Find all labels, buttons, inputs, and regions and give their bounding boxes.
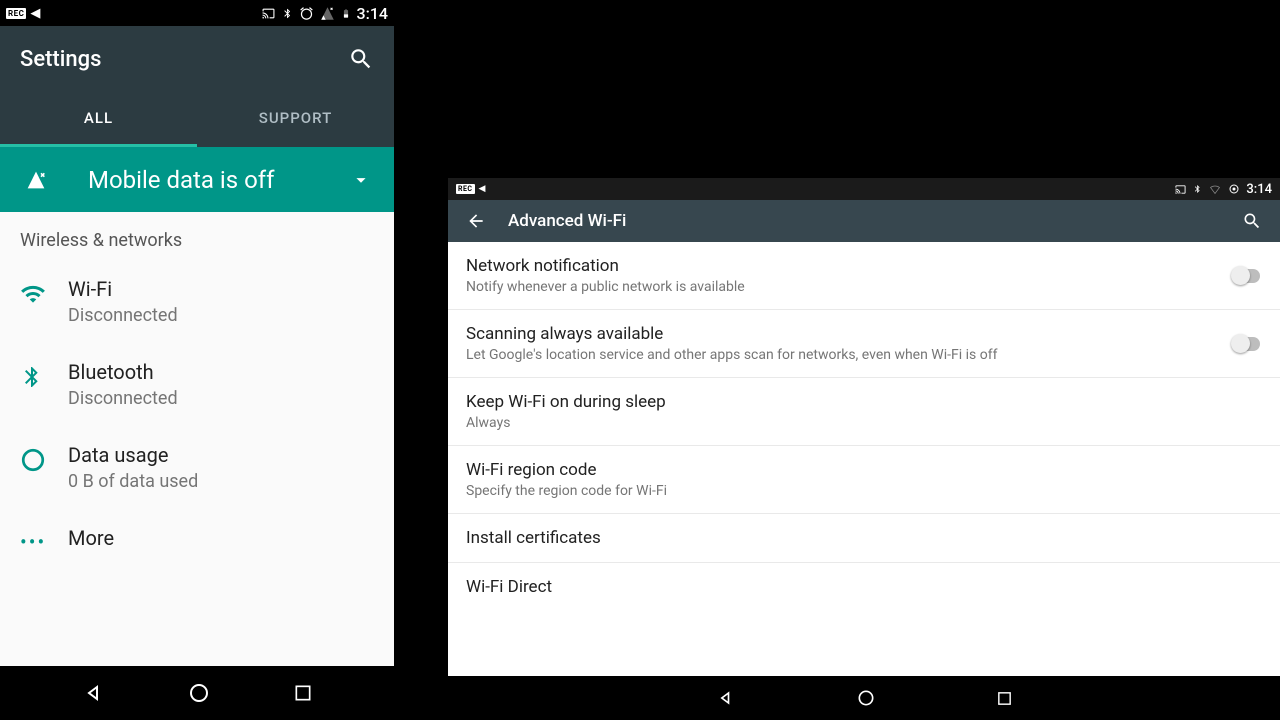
bluetooth-icon [20, 360, 68, 390]
page-title: Settings [20, 47, 101, 72]
tab-bar: ALL SUPPORT [0, 92, 394, 147]
row-bluetooth[interactable]: Bluetooth Disconnected [0, 344, 394, 427]
row-wifi-subtitle: Disconnected [68, 305, 178, 326]
rec-icon: REC [456, 184, 475, 194]
item-subtitle: Let Google's location service and other … [466, 347, 997, 363]
item-subtitle: Notify whenever a public network is avai… [466, 279, 745, 295]
chevron-down-icon [350, 169, 372, 191]
tab-support[interactable]: SUPPORT [197, 92, 394, 147]
item-install-certs[interactable]: Install certificates [448, 514, 1280, 563]
row-data-usage[interactable]: Data usage 0 B of data used [0, 427, 394, 510]
back-arrow-button[interactable] [466, 211, 486, 231]
item-title: Network notification [466, 256, 745, 276]
camera-icon: ◀ [479, 184, 486, 194]
wifi-empty-icon [1208, 183, 1222, 195]
nav-bar [0, 666, 394, 720]
row-data-subtitle: 0 B of data used [68, 471, 198, 492]
row-more-title: More [68, 526, 114, 550]
section-wireless-networks: Wireless & networks [0, 212, 394, 261]
row-wifi[interactable]: Wi-Fi Disconnected [0, 261, 394, 344]
data-usage-icon [20, 443, 68, 473]
item-region-code[interactable]: Wi-Fi region code Specify the region cod… [448, 446, 1280, 514]
nav-bar [448, 676, 1280, 720]
clock-time: 3:14 [357, 4, 389, 23]
switch-network-notification[interactable] [1232, 269, 1260, 283]
page-title: Advanced Wi-Fi [508, 211, 626, 231]
search-button[interactable] [1242, 211, 1262, 231]
row-more[interactable]: ••• More [0, 510, 394, 572]
switch-scanning-always[interactable] [1232, 337, 1260, 351]
back-button[interactable] [82, 681, 106, 705]
item-title: Wi-Fi region code [466, 460, 667, 480]
status-bar: REC ◀ 3:14 [0, 0, 394, 26]
location-icon [1228, 183, 1240, 195]
item-title: Keep Wi-Fi on during sleep [466, 392, 666, 412]
battery-icon [341, 6, 351, 21]
clock-time: 3:14 [1246, 182, 1272, 197]
item-wifi-direct[interactable]: Wi-Fi Direct [448, 563, 1280, 611]
app-bar: Advanced Wi-Fi [448, 200, 1280, 242]
item-subtitle: Specify the region code for Wi-Fi [466, 483, 667, 499]
row-data-title: Data usage [68, 443, 198, 467]
cast-icon [1174, 184, 1187, 195]
status-bar: REC ◀ 3:14 [448, 178, 1280, 200]
item-network-notification[interactable]: Network notification Notify whenever a p… [448, 242, 1280, 310]
item-subtitle: Always [466, 415, 666, 431]
search-button[interactable] [348, 46, 374, 72]
recents-button[interactable] [293, 683, 313, 703]
item-title: Install certificates [466, 528, 601, 548]
back-button[interactable] [716, 688, 736, 708]
rec-icon: REC [6, 8, 26, 19]
home-button[interactable] [187, 681, 211, 705]
mobile-data-banner[interactable]: Mobile data is off [0, 147, 394, 212]
phone-settings-screen: REC ◀ 3:14 Settings [0, 0, 394, 720]
bluetooth-icon [1193, 183, 1202, 195]
banner-text: Mobile data is off [88, 166, 274, 194]
item-title: Scanning always available [466, 324, 997, 344]
tab-all[interactable]: ALL [0, 92, 197, 147]
cast-icon [261, 7, 276, 20]
row-wifi-title: Wi-Fi [68, 277, 178, 301]
item-keep-wifi-sleep[interactable]: Keep Wi-Fi on during sleep Always [448, 378, 1280, 446]
alarm-icon [299, 6, 314, 21]
more-icon: ••• [20, 526, 68, 554]
item-title: Wi-Fi Direct [466, 577, 552, 597]
signal-no-data-icon [320, 6, 335, 21]
settings-list: Network notification Notify whenever a p… [448, 242, 1280, 611]
tablet-advanced-wifi-screen: REC ◀ 3:14 Advanced Wi-Fi [448, 178, 1280, 720]
home-button[interactable] [856, 688, 876, 708]
bluetooth-icon [282, 6, 293, 21]
wifi-icon [20, 277, 68, 307]
row-bluetooth-title: Bluetooth [68, 360, 178, 384]
item-scanning-always[interactable]: Scanning always available Let Google's l… [448, 310, 1280, 378]
recents-button[interactable] [996, 690, 1013, 707]
app-bar: Settings [0, 26, 394, 92]
camera-icon: ◀ [30, 6, 40, 21]
signal-off-icon [22, 170, 50, 190]
row-bluetooth-subtitle: Disconnected [68, 388, 178, 409]
